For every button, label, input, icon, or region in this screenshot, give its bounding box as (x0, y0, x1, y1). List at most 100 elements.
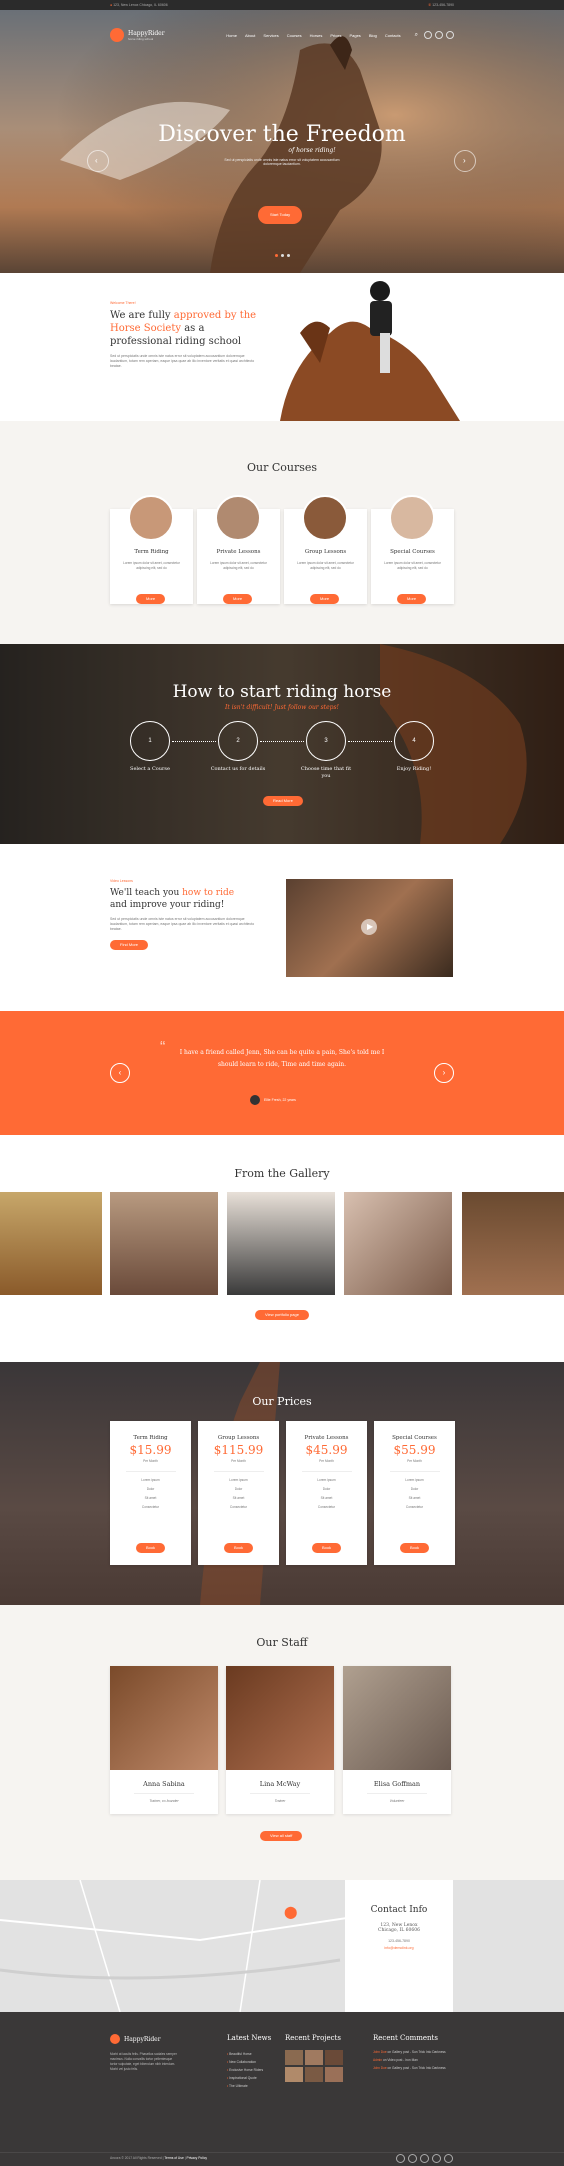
nav-item[interactable]: Services (263, 33, 278, 38)
map[interactable] (0, 1880, 564, 2012)
price-feature: Sit amet (320, 1496, 333, 1500)
project-thumb[interactable] (285, 2050, 303, 2065)
footer-news: Latest News • Beautiful Horse • New Colla… (227, 2034, 282, 2090)
topbar-phone[interactable]: ✆ 123-456-7890 (428, 3, 454, 7)
course-card: Private Lessons Lorem ipsum dolor sit ame… (197, 495, 280, 604)
course-more-button[interactable]: More (397, 594, 427, 604)
chevron-right-icon: › (442, 1068, 446, 1077)
twitter-icon[interactable] (408, 2154, 417, 2163)
price-feature: Lorem ipsum (317, 1478, 336, 1482)
news-item[interactable]: • The Ultimate (227, 2082, 282, 2090)
book-button[interactable]: Book (110, 1543, 191, 1553)
chevron-left-icon: ‹ (118, 1068, 122, 1077)
read-more-button[interactable]: Read More (263, 796, 303, 806)
slider-dot[interactable] (275, 254, 278, 257)
project-thumb[interactable] (305, 2050, 323, 2065)
footer-comments: Recent Comments John Doe on Gallery post… (373, 2034, 458, 2074)
gallery-strip (0, 1192, 564, 1295)
hero-next-arrow[interactable]: › (454, 150, 476, 172)
step-connector (348, 741, 392, 742)
privacy-link[interactable]: Privacy Policy (187, 2156, 208, 2160)
search-icon[interactable]: ⌕ (415, 32, 418, 39)
contact-phone[interactable]: 123-456-7890 (345, 1939, 453, 1943)
welcome-title: We are fully approved by the Horse Socie… (110, 310, 257, 347)
project-thumb[interactable] (325, 2050, 343, 2065)
book-button[interactable]: Book (198, 1543, 279, 1553)
slider-dot[interactable] (287, 254, 290, 257)
nav-item[interactable]: Courses (287, 33, 302, 38)
hero-section: HappyRider horse riding school Home About… (0, 10, 564, 273)
step-connector (172, 741, 216, 742)
footer-divider (0, 2152, 564, 2153)
hero-prev-arrow[interactable]: ‹ (87, 150, 109, 172)
footer-news-title: Latest News (227, 2034, 272, 2042)
brand-logo[interactable]: HappyRider horse riding school (110, 28, 165, 42)
find-more-button[interactable]: Find More (110, 940, 260, 950)
gallery-image[interactable] (344, 1192, 452, 1295)
news-item[interactable]: • Beautiful Horse (227, 2050, 282, 2058)
comment-item[interactable]: Admin on Video post - Iron Man (373, 2058, 458, 2063)
price-feature: Dolor (146, 1487, 155, 1491)
gallery-image[interactable] (110, 1192, 218, 1295)
comment-text: on Gallery post - Sun Trick Into Darknes… (387, 2066, 446, 2070)
start-today-button[interactable]: Start Today (258, 206, 303, 224)
slider-dot[interactable] (281, 254, 284, 257)
project-thumb[interactable] (285, 2067, 303, 2082)
pinterest-icon[interactable] (444, 2154, 453, 2163)
price-feature: Lorem ipsum (405, 1478, 424, 1482)
testimonial-prev-arrow[interactable]: ‹ (110, 1063, 130, 1083)
gallery-image[interactable] (462, 1192, 564, 1295)
nav-item[interactable]: About (245, 33, 255, 38)
google-plus-icon[interactable] (420, 2154, 429, 2163)
hero-dots (275, 254, 290, 257)
comment-text: on Gallery post - Sun Trick Into Darknes… (387, 2050, 446, 2054)
gallery-image[interactable] (227, 1192, 335, 1295)
step-circle: 1 (130, 721, 170, 761)
map-pin-icon[interactable]: ⬤ (284, 1905, 297, 1919)
facebook-icon[interactable] (396, 2154, 405, 2163)
comment-item[interactable]: John Doe on Gallery post - Sun Trick Int… (373, 2066, 458, 2071)
welcome-text: Sed ut perspiciatis unde omnis iste natu… (110, 354, 255, 368)
nav-item[interactable]: Horses (310, 33, 323, 38)
news-item[interactable]: • Inspirational Quote (227, 2074, 282, 2082)
facebook-icon[interactable] (424, 31, 432, 39)
step-label: Contact us for details (210, 766, 266, 772)
nav-item[interactable]: Pages (349, 33, 360, 38)
view-portfolio-button[interactable]: View portfolio page (255, 1310, 309, 1320)
contact-address-line2: Chicago, IL 60606 (378, 1928, 420, 1933)
nav-item[interactable]: Prices (330, 33, 341, 38)
nav-menu: Home About Services Courses Horses Prices Page… (226, 33, 400, 38)
contact-email[interactable]: info@demolink.org (345, 1946, 453, 1950)
footer-brand[interactable]: HappyRider (110, 2034, 180, 2044)
instagram-icon[interactable] (432, 2154, 441, 2163)
news-item[interactable]: • New Collaboration (227, 2058, 282, 2066)
price-plan-name: Private Lessons (304, 1435, 349, 1441)
course-more-button[interactable]: More (223, 594, 253, 604)
course-more-button[interactable]: More (310, 594, 340, 604)
course-more-button[interactable]: More (136, 594, 166, 604)
twitter-icon[interactable] (435, 31, 443, 39)
google-plus-icon[interactable] (446, 31, 454, 39)
testimonial-next-arrow[interactable]: › (434, 1063, 454, 1083)
gallery-image[interactable] (0, 1192, 102, 1295)
staff-divider (134, 1793, 194, 1794)
book-button[interactable]: Book (374, 1543, 455, 1553)
comment-item[interactable]: John Doe on Gallery post - Sun Trick Int… (373, 2050, 458, 2055)
contact-title: Contact Info (370, 1905, 428, 1915)
course-card: Group Lessons Lorem ipsum dolor sit amet,… (284, 495, 367, 604)
book-button[interactable]: Book (286, 1543, 367, 1553)
project-thumb[interactable] (325, 2067, 343, 2082)
view-all-staff-button[interactable]: View all staff (260, 1831, 303, 1841)
prices-section: Our Prices Term Riding $15.99 Per Month Lor… (0, 1362, 564, 1605)
project-thumb[interactable] (305, 2067, 323, 2082)
comment-author: John Doe (373, 2050, 387, 2054)
play-icon[interactable]: ▶ (361, 919, 377, 935)
nav-item[interactable]: Home (226, 33, 237, 38)
nav-item[interactable]: Blog (369, 33, 377, 38)
video-thumbnail[interactable]: ▶ (286, 879, 453, 977)
nav-item[interactable]: Contacts (385, 33, 401, 38)
terms-link[interactable]: Terms of Use (164, 2156, 183, 2160)
top-bar: ● 123, New Lenox Chicago, IL 60606 ✆ 123… (0, 0, 564, 10)
news-item[interactable]: • Exclusive Horse Riders (227, 2066, 282, 2074)
staff-section: Our Staff Anna Sabina Trainer, co-founder… (0, 1605, 564, 1880)
